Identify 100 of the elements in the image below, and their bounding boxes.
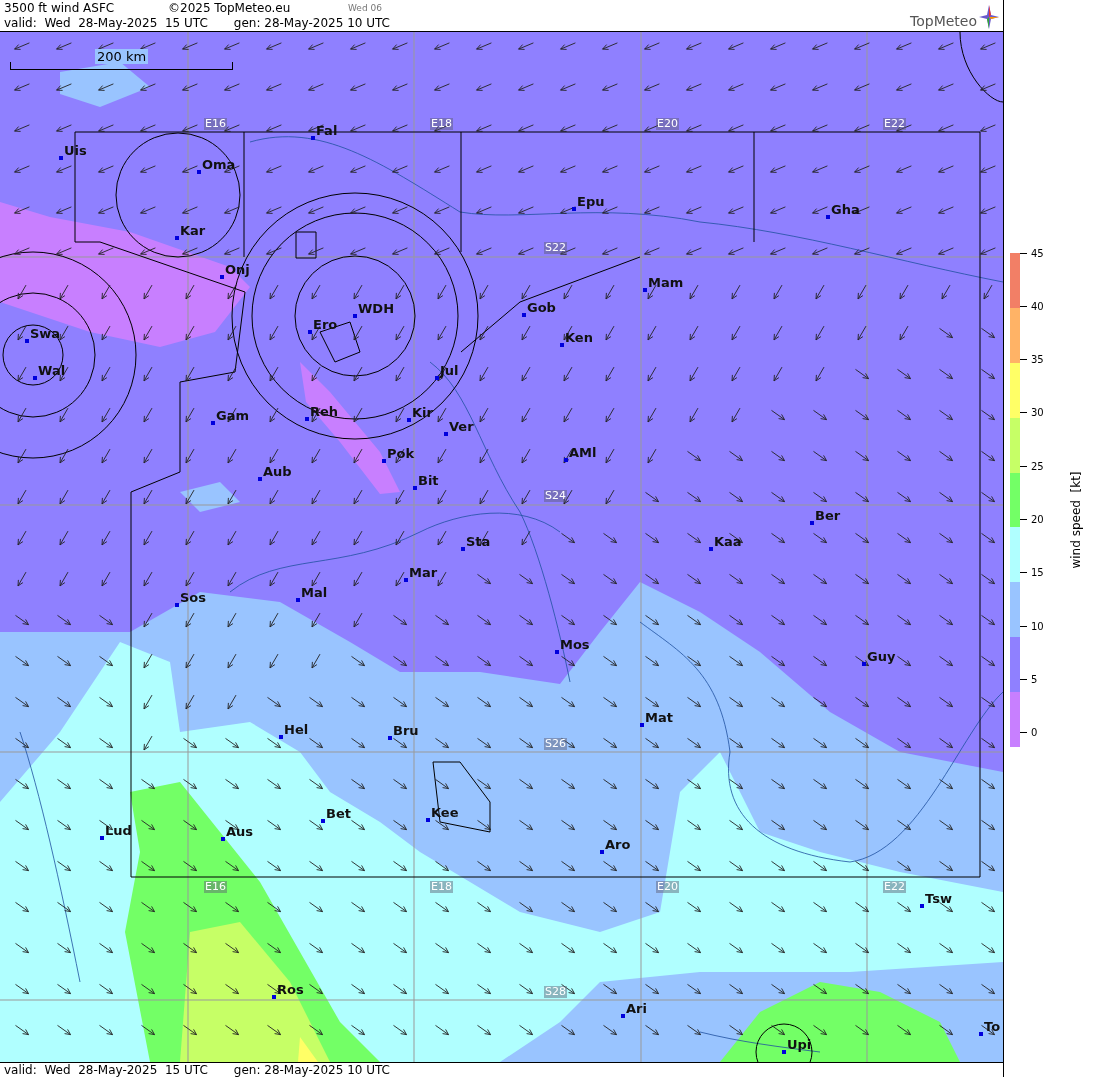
place-marker-icon — [435, 376, 439, 380]
place-marker-icon — [272, 995, 276, 999]
place-label: Hel — [284, 722, 309, 737]
grid-label: S28 — [544, 986, 567, 998]
place-label: Kar — [180, 223, 206, 238]
place-label: Gob — [527, 300, 556, 315]
grid-label: E16 — [204, 118, 227, 130]
scale-label: 200 km — [95, 49, 149, 64]
place-marker-icon — [560, 343, 564, 347]
place-marker-icon — [382, 459, 386, 463]
place-label: Ari — [626, 1001, 647, 1016]
place-marker-icon — [308, 330, 312, 334]
place-label: Kir — [412, 405, 433, 420]
place-label: Kaa — [714, 534, 742, 549]
legend-tick-label: 15 — [1031, 567, 1044, 579]
place-label: Ero — [313, 317, 338, 332]
place-marker-icon — [353, 314, 357, 318]
place-marker-icon — [197, 170, 201, 174]
place-marker-icon — [444, 432, 448, 436]
place-marker-icon — [388, 736, 392, 740]
place-marker-icon — [572, 207, 576, 211]
place-label: AMl — [569, 445, 597, 460]
place-marker-icon — [321, 819, 325, 823]
place-marker-icon — [404, 578, 408, 582]
grid-label: E18 — [430, 881, 453, 893]
place-label: Epu — [577, 194, 605, 209]
place-label: Wal — [38, 363, 66, 378]
day-label: Wed 06 — [348, 2, 382, 13]
place-label: Sta — [466, 534, 491, 549]
place-label: Lud — [105, 823, 132, 838]
legend-tick-label: 0 — [1031, 727, 1038, 739]
place-marker-icon — [296, 598, 300, 602]
place-label: Ver — [449, 419, 474, 434]
place-marker-icon — [33, 376, 37, 380]
place-marker-icon — [522, 313, 526, 317]
map-title: 3500 ft wind ASFC — [4, 0, 116, 15]
place-label: To — [984, 1019, 1001, 1034]
place-marker-icon — [413, 486, 417, 490]
grid-label: E20 — [656, 118, 679, 130]
place-label: Guy — [867, 649, 896, 664]
place-label: Tsw — [925, 891, 952, 906]
legend-tick-label: 25 — [1031, 460, 1044, 472]
place-marker-icon — [862, 662, 866, 666]
place-label: Gam — [216, 408, 249, 423]
place-label: Sos — [180, 590, 207, 605]
place-marker-icon — [211, 421, 215, 425]
logo-text: TopMeteo — [910, 13, 977, 29]
place-label: Gha — [831, 202, 860, 217]
place-marker-icon — [920, 904, 924, 908]
grid-label: S24 — [544, 490, 567, 502]
grid-label: E22 — [883, 118, 906, 130]
legend-title: wind speed [kt] — [1069, 471, 1083, 569]
grid-label: E22 — [883, 881, 906, 893]
place-label: Upi — [787, 1037, 812, 1052]
place-marker-icon — [221, 837, 225, 841]
place-label: Ken — [565, 330, 593, 345]
place-marker-icon — [258, 477, 262, 481]
place-marker-icon — [279, 735, 283, 739]
place-label: Aro — [605, 837, 631, 852]
compass-star-icon — [979, 5, 999, 29]
place-marker-icon — [59, 156, 63, 160]
legend-tick-label: 20 — [1031, 514, 1044, 526]
place-marker-icon — [461, 547, 465, 551]
valid-time: valid: Wed 28-May-2025 15 UTC — [4, 15, 208, 30]
grid-label: S22 — [544, 242, 567, 254]
place-marker-icon — [979, 1032, 983, 1036]
place-marker-icon — [640, 723, 644, 727]
place-label: Aub — [263, 464, 292, 479]
place-label: Mar — [409, 565, 438, 580]
place-label: Uis — [64, 143, 87, 158]
place-marker-icon — [220, 275, 224, 279]
place-marker-icon — [810, 521, 814, 525]
grid-label: E20 — [656, 881, 679, 893]
place-label: Mat — [645, 710, 673, 725]
place-marker-icon — [25, 339, 29, 343]
place-marker-icon — [782, 1050, 786, 1054]
generated-time: gen: 28-May-2025 10 UTC — [233, 15, 390, 30]
place-marker-icon — [311, 136, 315, 140]
legend-tick-label: 10 — [1031, 620, 1044, 632]
generated-time: gen: 28-May-2025 10 UTC — [233, 1063, 390, 1077]
place-label: Mam — [648, 275, 684, 290]
legend-tick-label: 45 — [1031, 247, 1044, 259]
place-label: Bit — [418, 473, 439, 488]
place-marker-icon — [826, 215, 830, 219]
place-label: Mos — [560, 637, 590, 652]
place-label: Ber — [815, 508, 841, 523]
place-marker-icon — [709, 547, 713, 551]
place-marker-icon — [175, 236, 179, 240]
place-label: Mal — [301, 585, 328, 600]
place-label: Bet — [326, 806, 351, 821]
legend-tick-label: 35 — [1031, 354, 1044, 366]
valid-time: valid: Wed 28-May-2025 15 UTC — [4, 1063, 208, 1077]
legend-tick-label: 30 — [1031, 407, 1044, 419]
place-marker-icon — [426, 818, 430, 822]
legend-tick-label: 5 — [1031, 674, 1038, 686]
copyright-text: ©2025 TopMeteo.eu — [168, 0, 292, 15]
place-marker-icon — [600, 850, 604, 854]
place-marker-icon — [643, 288, 647, 292]
place-label: Pok — [387, 446, 415, 461]
legend-tick-label: 40 — [1031, 300, 1044, 312]
